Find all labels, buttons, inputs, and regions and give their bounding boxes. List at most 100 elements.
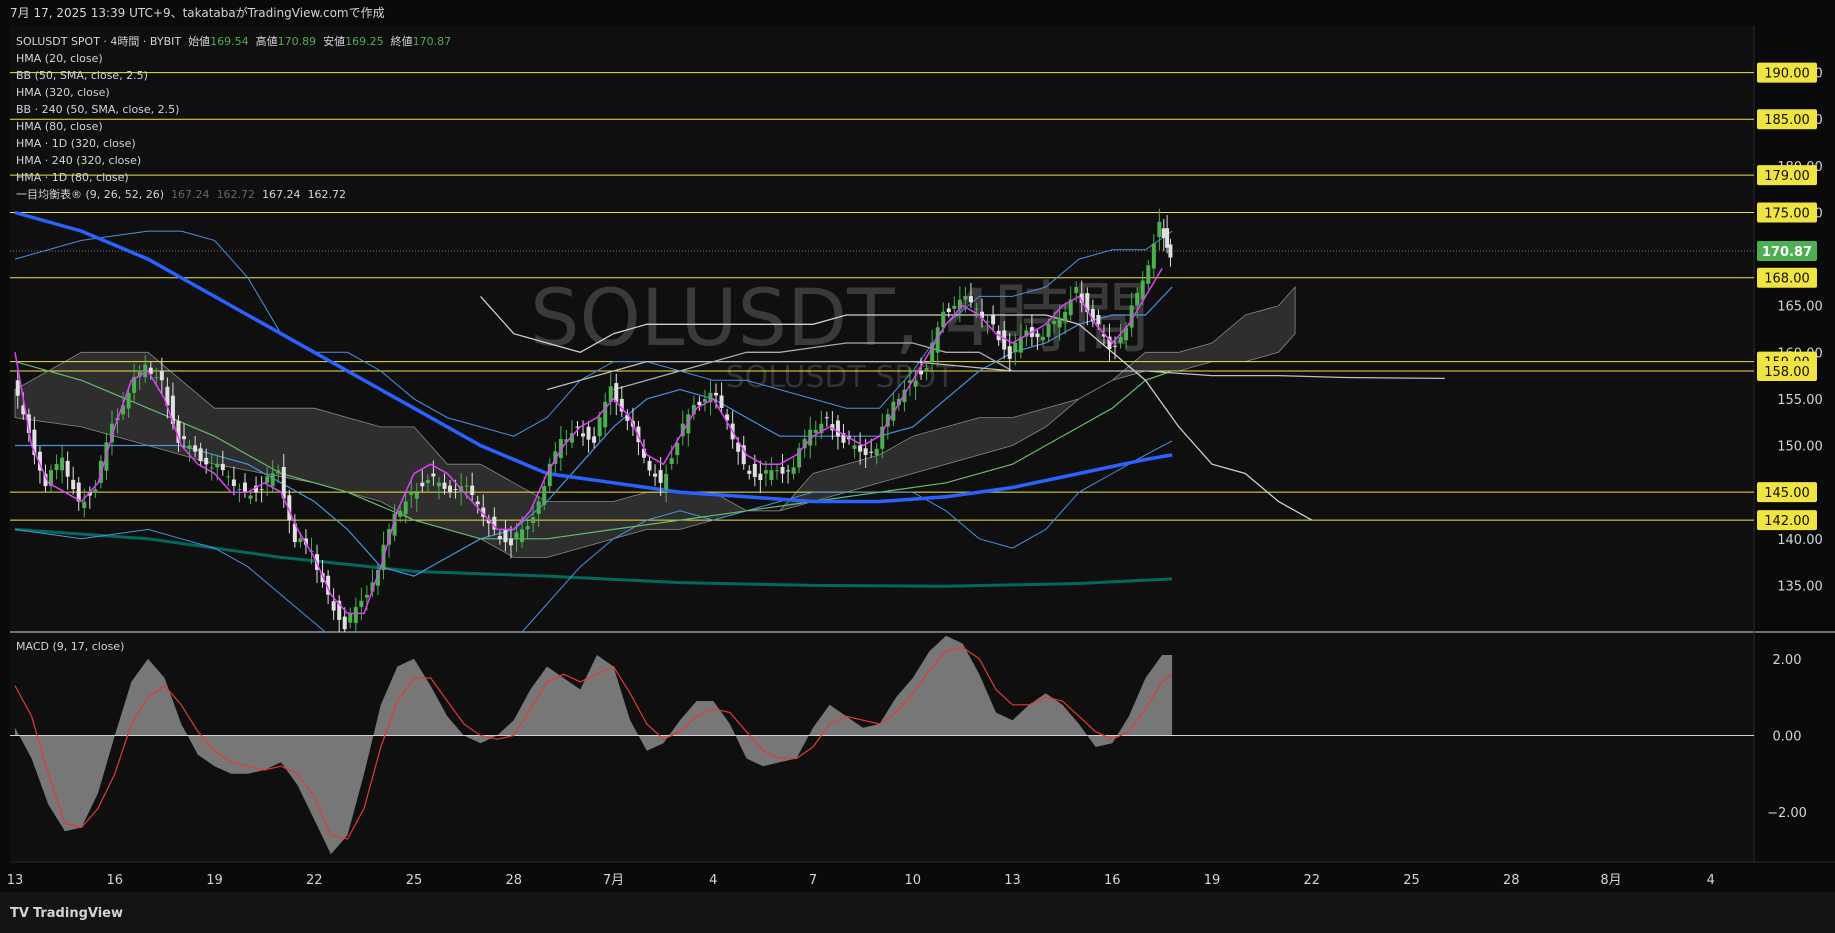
last-price-label: 170.87 [1762, 245, 1812, 260]
indicator-hma80[interactable]: HMA (80, close) [16, 118, 451, 135]
open-label: 始値 [188, 35, 211, 48]
level-price-label: 185.00 [1764, 113, 1810, 128]
time-tick-label: 4 [1707, 873, 1715, 888]
candle-body [398, 510, 403, 517]
time-tick-label: 7月 [603, 873, 624, 888]
brand-name: TradingView [32, 906, 123, 921]
candle-body [442, 482, 447, 489]
candle-body [758, 473, 763, 481]
level-price-label: 175.00 [1764, 206, 1810, 221]
candle-body [669, 458, 674, 465]
indicator-bb[interactable]: BB (50, SMA, close, 2.5) [16, 67, 451, 84]
candle-body [353, 606, 358, 623]
candle-body [436, 482, 441, 487]
candle-body [126, 392, 131, 409]
ichimoku-value: 162.72 [216, 188, 256, 201]
candle-body [276, 470, 281, 474]
candle-body [1168, 244, 1173, 258]
candle-body [82, 501, 87, 509]
candle-body [536, 501, 541, 514]
candle-body [963, 296, 968, 300]
time-tick-label: 10 [904, 873, 921, 888]
time-tick-label: 28 [1503, 873, 1520, 888]
candle-body [647, 460, 652, 471]
candle-body [420, 482, 425, 487]
candle-body [813, 430, 818, 433]
footer: TV TradingView [0, 892, 1835, 933]
candle-body [869, 451, 874, 453]
candle-body [204, 457, 209, 465]
time-tick-label: 28 [505, 873, 522, 888]
candle-body [1013, 342, 1018, 353]
candle-body [1113, 345, 1118, 347]
candle-body [414, 492, 419, 499]
time-tick-label: 22 [1303, 873, 1320, 888]
price-tick-label: 165.00 [1777, 300, 1823, 315]
high-value: 170.89 [277, 35, 317, 48]
candle-body [193, 445, 198, 452]
level-price-label: 190.00 [1764, 67, 1810, 82]
candle-body [359, 600, 364, 607]
close-label: 終値 [390, 35, 413, 48]
low-label: 安値 [323, 35, 346, 48]
level-price-label: 168.00 [1764, 272, 1810, 287]
candle-body [968, 296, 973, 303]
time-tick-label: 13 [1004, 873, 1021, 888]
indicator-hma320[interactable]: HMA (320, close) [16, 84, 451, 101]
candle-body [852, 445, 857, 449]
candle-body [874, 448, 879, 456]
indicator-hma20[interactable]: HMA (20, close) [16, 50, 451, 67]
indicator-bb-240[interactable]: BB · 240 (50, SMA, close, 2.5) [16, 101, 451, 118]
candle-body [1046, 324, 1051, 337]
candle-body [592, 436, 597, 443]
candle-body [331, 601, 336, 611]
candle-body [653, 473, 658, 477]
candle-body [924, 368, 929, 372]
candle-body [520, 529, 525, 543]
candle-body [1063, 311, 1068, 322]
candle-body [65, 460, 70, 477]
time-tick-label: 8月 [1600, 873, 1621, 888]
ichimoku-value: 167.24 [171, 188, 210, 201]
candle-body [508, 538, 513, 546]
level-price-label: 179.00 [1764, 169, 1810, 184]
candle-body [913, 380, 918, 387]
candle-body [143, 364, 148, 378]
candle-body [1157, 221, 1162, 238]
candle-body [542, 486, 547, 505]
candle-body [198, 448, 203, 462]
symbol-label: SOLUSDT SPOT · 4時間 · BYBIT [16, 35, 182, 48]
candle-body [697, 401, 702, 406]
macd-tick-label: −2.00 [1767, 806, 1807, 821]
candle-body [220, 463, 225, 471]
candle-body [658, 470, 663, 483]
indicator-hma-240-320[interactable]: HMA · 240 (320, close) [16, 152, 451, 169]
time-tick-label: 19 [206, 873, 223, 888]
macd-legend[interactable]: MACD (9, 17, close) [16, 640, 124, 653]
candle-body [187, 445, 192, 449]
macd-tick-label: 0.00 [1773, 730, 1802, 745]
tradingview-logo[interactable]: TV TradingView [10, 906, 123, 921]
candle-body [54, 463, 59, 471]
candle-body [60, 457, 65, 471]
price-tick-label: 140.00 [1777, 533, 1823, 548]
main-legend: SOLUSDT SPOT · 4時間 · BYBIT 始値169.54 高値17… [16, 33, 451, 203]
candle-body [265, 476, 270, 483]
candle-body [586, 426, 591, 440]
candle-body [780, 466, 785, 474]
indicator-hma-1d-320[interactable]: HMA · 1D (320, close) [16, 135, 451, 152]
candle-body [747, 470, 752, 474]
time-tick-label: 4 [709, 873, 717, 888]
indicator-ichimoku[interactable]: 一目均衡表® (9, 26, 52, 26) 167.24 162.72 167… [16, 186, 451, 203]
ichimoku-value: 167.24 [262, 188, 301, 201]
level-price-label: 158.00 [1764, 365, 1810, 380]
candle-body [93, 489, 98, 493]
candle-body [431, 473, 436, 477]
candle-body [464, 485, 469, 487]
indicator-hma-1d-80[interactable]: HMA · 1D (80, close) [16, 169, 451, 186]
candle-body [1074, 287, 1079, 293]
candle-body [348, 613, 353, 623]
candle-body [15, 380, 20, 396]
time-tick-label: 25 [406, 873, 423, 888]
candle-body [497, 535, 502, 540]
